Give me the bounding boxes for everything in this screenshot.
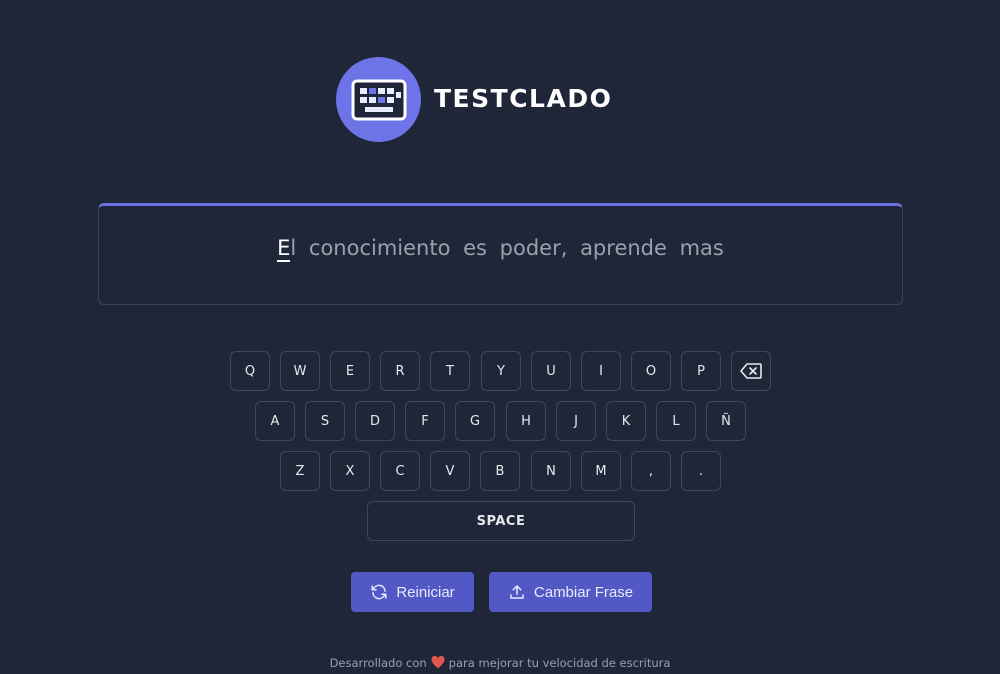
footer-before: Desarrollado con xyxy=(329,656,427,670)
key-enye[interactable]: Ñ xyxy=(706,401,746,441)
upload-icon xyxy=(510,585,524,599)
key-c[interactable]: C xyxy=(380,451,420,491)
key-k[interactable]: K xyxy=(606,401,646,441)
restart-label: Reiniciar xyxy=(396,583,455,601)
phrase-display: El conocimiento es poder, aprende mas xyxy=(98,203,903,305)
key-space[interactable]: SPACE xyxy=(367,501,635,541)
key-z[interactable]: Z xyxy=(280,451,320,491)
key-y[interactable]: Y xyxy=(481,351,521,391)
key-u[interactable]: U xyxy=(531,351,571,391)
key-v[interactable]: V xyxy=(430,451,470,491)
footer-text: Desarrollado con para mejorar tu velocida… xyxy=(0,655,1000,672)
app-page: TESTCLADO El conocimiento es poder, apre… xyxy=(0,0,1000,674)
key-b[interactable]: B xyxy=(480,451,520,491)
key-h[interactable]: H xyxy=(506,401,546,441)
keyboard-icon xyxy=(351,79,406,120)
heart-icon xyxy=(431,655,445,672)
key-backspace[interactable] xyxy=(731,351,771,391)
key-period[interactable]: . xyxy=(681,451,721,491)
key-r[interactable]: R xyxy=(380,351,420,391)
key-f[interactable]: F xyxy=(405,401,445,441)
key-p[interactable]: P xyxy=(681,351,721,391)
phrase-typed: E xyxy=(277,236,291,262)
backspace-icon xyxy=(740,363,762,379)
phrase-text: El conocimiento es poder, aprende mas xyxy=(99,236,902,262)
key-l[interactable]: L xyxy=(656,401,696,441)
key-comma[interactable]: , xyxy=(631,451,671,491)
change-phrase-label: Cambiar Frase xyxy=(533,583,634,601)
key-q[interactable]: Q xyxy=(230,351,270,391)
change-phrase-button[interactable]: Cambiar Frase xyxy=(489,572,652,612)
key-i[interactable]: I xyxy=(581,351,621,391)
key-e[interactable]: E xyxy=(330,351,370,391)
key-n[interactable]: N xyxy=(531,451,571,491)
key-t[interactable]: T xyxy=(430,351,470,391)
key-m[interactable]: M xyxy=(581,451,621,491)
phrase-remaining: conocimiento es poder, aprende mas xyxy=(296,236,724,260)
refresh-icon xyxy=(371,584,387,600)
logo xyxy=(336,57,421,142)
key-j[interactable]: J xyxy=(556,401,596,441)
key-o[interactable]: O xyxy=(631,351,671,391)
brand-title: TESTCLADO xyxy=(434,84,613,113)
footer-after: para mejorar tu velocidad de escritura xyxy=(448,656,671,670)
key-d[interactable]: D xyxy=(355,401,395,441)
key-s[interactable]: S xyxy=(305,401,345,441)
key-a[interactable]: A xyxy=(255,401,295,441)
key-g[interactable]: G xyxy=(455,401,495,441)
key-x[interactable]: X xyxy=(330,451,370,491)
restart-button[interactable]: Reiniciar xyxy=(351,572,474,612)
key-w[interactable]: W xyxy=(280,351,320,391)
